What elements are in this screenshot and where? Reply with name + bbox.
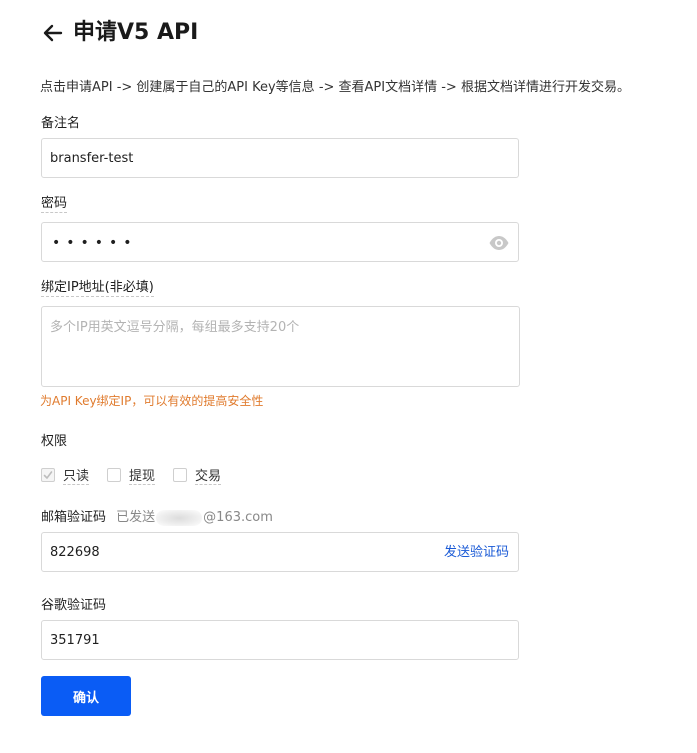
google-code-label: 谷歌验证码 (41, 598, 107, 613)
permission-trade-label: 交易 (195, 465, 222, 485)
email-code-label-row: 邮箱验证码 已发送 @163.com (41, 508, 273, 528)
back-arrow-icon[interactable] (40, 20, 66, 46)
page-title: 申请V5 API (73, 20, 199, 45)
email-masked-blur (156, 509, 203, 526)
permission-trade-checkbox[interactable]: 交易 (173, 465, 222, 485)
remark-input[interactable]: bransfer-test (41, 138, 519, 178)
ip-binding-label: 绑定IP地址(非必填) (41, 278, 154, 298)
google-code-value: 351791 (50, 633, 100, 648)
email-code-value: 822698 (50, 545, 100, 560)
confirm-button[interactable]: 确认 (41, 676, 131, 716)
email-sent-prefix: 已发送 (116, 510, 156, 525)
ip-binding-textarea[interactable]: 多个IP用英文逗号分隔，每组最多支持20个 (41, 306, 520, 387)
remark-label: 备注名 (41, 116, 81, 131)
password-label: 密码 (41, 194, 68, 214)
checkbox-unchecked-icon (173, 468, 188, 482)
ip-binding-placeholder: 多个IP用英文逗号分隔，每组最多支持20个 (50, 320, 300, 335)
checkbox-checked-icon (41, 468, 55, 482)
password-value: •••••• (52, 235, 138, 251)
permissions-group: 只读 提现 交易 (41, 465, 239, 485)
permissions-label: 权限 (41, 434, 68, 449)
password-input[interactable]: •••••• (41, 222, 519, 262)
google-code-input[interactable]: 351791 (41, 620, 519, 660)
email-code-label: 邮箱验证码 (41, 510, 107, 525)
ip-binding-label-text: 绑定IP地址(非必填) (41, 280, 154, 297)
permission-withdraw-checkbox[interactable]: 提现 (107, 465, 156, 485)
permission-withdraw-label: 提现 (129, 465, 156, 485)
remark-value: bransfer-test (50, 151, 134, 166)
send-code-button[interactable]: 发送验证码 (444, 533, 509, 573)
intro-text: 点击申请API -> 创建属于自己的API Key等信息 -> 查看API文档详… (40, 80, 630, 95)
permission-readonly-checkbox[interactable]: 只读 (41, 465, 90, 485)
ip-binding-hint: 为API Key绑定IP，可以有效的提高安全性 (40, 394, 264, 408)
checkbox-unchecked-icon (107, 468, 122, 482)
email-code-input[interactable]: 822698 发送验证码 (41, 532, 519, 572)
password-label-text: 密码 (41, 196, 68, 213)
eye-icon[interactable] (488, 234, 510, 252)
permission-readonly-label: 只读 (63, 465, 90, 485)
email-sent-suffix: @163.com (203, 510, 273, 525)
